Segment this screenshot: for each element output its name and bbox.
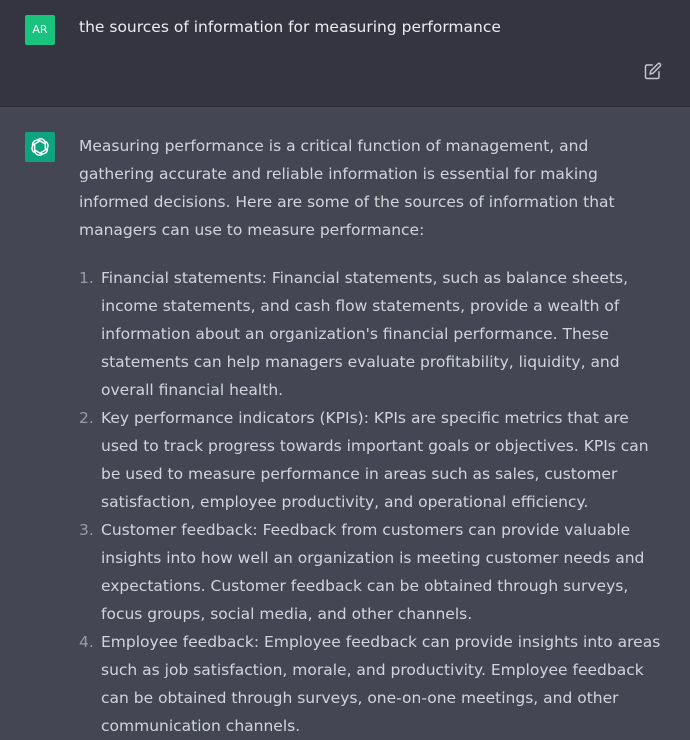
user-avatar: AR	[25, 15, 55, 45]
assistant-message-row: Measuring performance is a critical func…	[0, 107, 690, 735]
edit-icon	[644, 62, 662, 80]
sources-list: 1. Financial statements: Financial state…	[79, 264, 667, 740]
list-item-text: Employee feedback: Employee feedback can…	[101, 633, 661, 735]
list-item: 2. Key performance indicators (KPIs): KP…	[79, 404, 667, 516]
edit-message-button[interactable]	[644, 62, 662, 80]
list-item: 1. Financial statements: Financial state…	[79, 264, 667, 404]
response-intro: Measuring performance is a critical func…	[79, 137, 615, 239]
assistant-response: Measuring performance is a critical func…	[79, 132, 667, 740]
user-message-text: the sources of information for measuring…	[79, 18, 501, 36]
user-message-row: AR the sources of information for measur…	[0, 0, 690, 107]
list-item-number: 1.	[79, 269, 94, 287]
list-item-text: Key performance indicators (KPIs): KPIs …	[101, 409, 649, 511]
openai-logo-icon	[31, 138, 49, 156]
list-item-text: Customer feedback: Feedback from custome…	[101, 521, 645, 623]
list-item-number: 4.	[79, 633, 94, 651]
list-item: 3. Customer feedback: Feedback from cust…	[79, 516, 667, 628]
list-item-number: 3.	[79, 521, 94, 539]
list-item-number: 2.	[79, 409, 94, 427]
list-item-text: Financial statements: Financial statemen…	[101, 269, 629, 399]
assistant-avatar	[25, 132, 55, 162]
list-item: 4. Employee feedback: Employee feedback …	[79, 628, 667, 740]
